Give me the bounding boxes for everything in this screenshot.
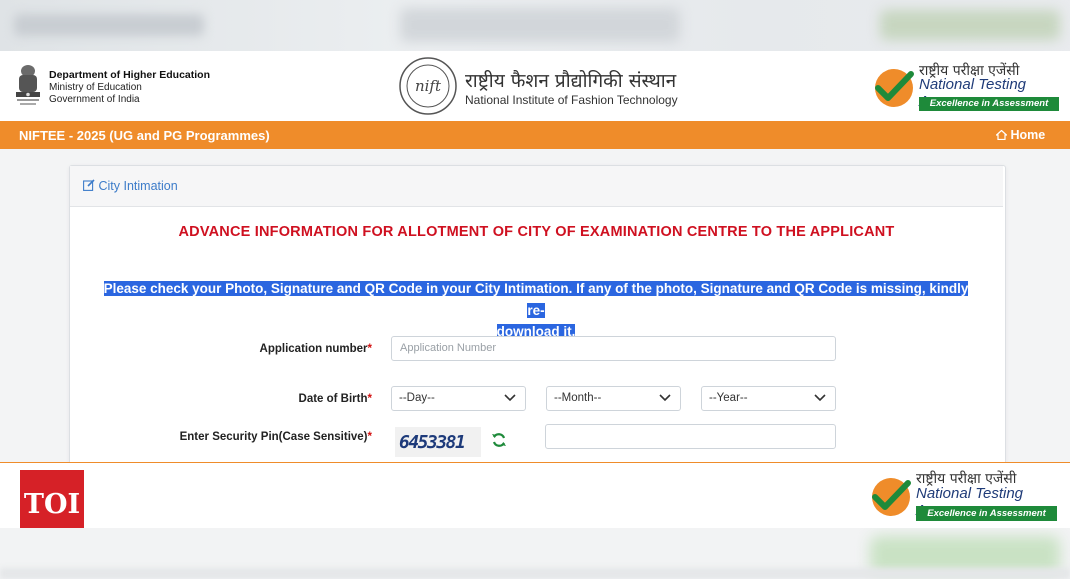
refresh-icon[interactable] bbox=[491, 432, 507, 448]
captcha-image: 6453381 bbox=[395, 427, 481, 457]
national-emblem-icon bbox=[16, 65, 40, 105]
nift-logo-text: nift bbox=[415, 77, 442, 95]
application-number-placeholder: Application Number bbox=[400, 342, 496, 354]
nift-hindi-name: राष्ट्रीय फैशन प्रौद्योगिकी संस्थान bbox=[465, 70, 677, 92]
application-number-input[interactable]: Application Number bbox=[391, 336, 836, 361]
application-number-label: Application number* bbox=[259, 343, 372, 355]
navbar-title[interactable]: NIFTEE - 2025 (UG and PG Programmes) bbox=[19, 128, 270, 143]
card-title: City Intimation bbox=[83, 179, 178, 193]
home-icon bbox=[994, 129, 1009, 141]
nta-tagline: Excellence in Assessment bbox=[919, 97, 1059, 111]
card-header bbox=[70, 166, 1003, 207]
dob-day-select[interactable]: --Day-- bbox=[391, 386, 526, 411]
nta-tagline-footer: Excellence in Assessment bbox=[916, 506, 1057, 521]
nta-check-icon bbox=[872, 478, 911, 516]
nift-english-name: National Institute of Fashion Technology bbox=[465, 93, 678, 107]
blurred-top-strip bbox=[0, 0, 1070, 51]
chevron-down-icon bbox=[814, 394, 826, 402]
security-pin-input[interactable] bbox=[545, 424, 836, 449]
dob-year-select[interactable]: --Year-- bbox=[701, 386, 836, 411]
page-heading: ADVANCE INFORMATION FOR ALLOTMENT OF CIT… bbox=[178, 224, 895, 240]
home-link[interactable]: Home bbox=[994, 128, 1046, 142]
notice-text: Please check your Photo, Signature and Q… bbox=[95, 278, 977, 343]
edit-icon bbox=[83, 179, 95, 191]
nta-check-icon bbox=[875, 69, 914, 107]
chevron-down-icon bbox=[504, 394, 516, 402]
dept-title: Department of Higher Education bbox=[49, 69, 211, 81]
notice-line-1: Please check your Photo, Signature and Q… bbox=[103, 281, 969, 318]
blurred-bottom-strip bbox=[0, 528, 1070, 579]
dept-government: Government of India bbox=[49, 94, 140, 105]
home-label: Home bbox=[1010, 128, 1046, 142]
nift-logo: nift bbox=[399, 57, 457, 115]
dob-label: Date of Birth* bbox=[298, 393, 372, 405]
card-title-text: City Intimation bbox=[98, 179, 178, 193]
dept-ministry: Ministry of Education bbox=[49, 82, 142, 93]
security-pin-label: Enter Security Pin(Case Sensitive)* bbox=[179, 431, 372, 443]
chevron-down-icon bbox=[659, 394, 671, 402]
dob-month-select[interactable]: --Month-- bbox=[546, 386, 681, 411]
